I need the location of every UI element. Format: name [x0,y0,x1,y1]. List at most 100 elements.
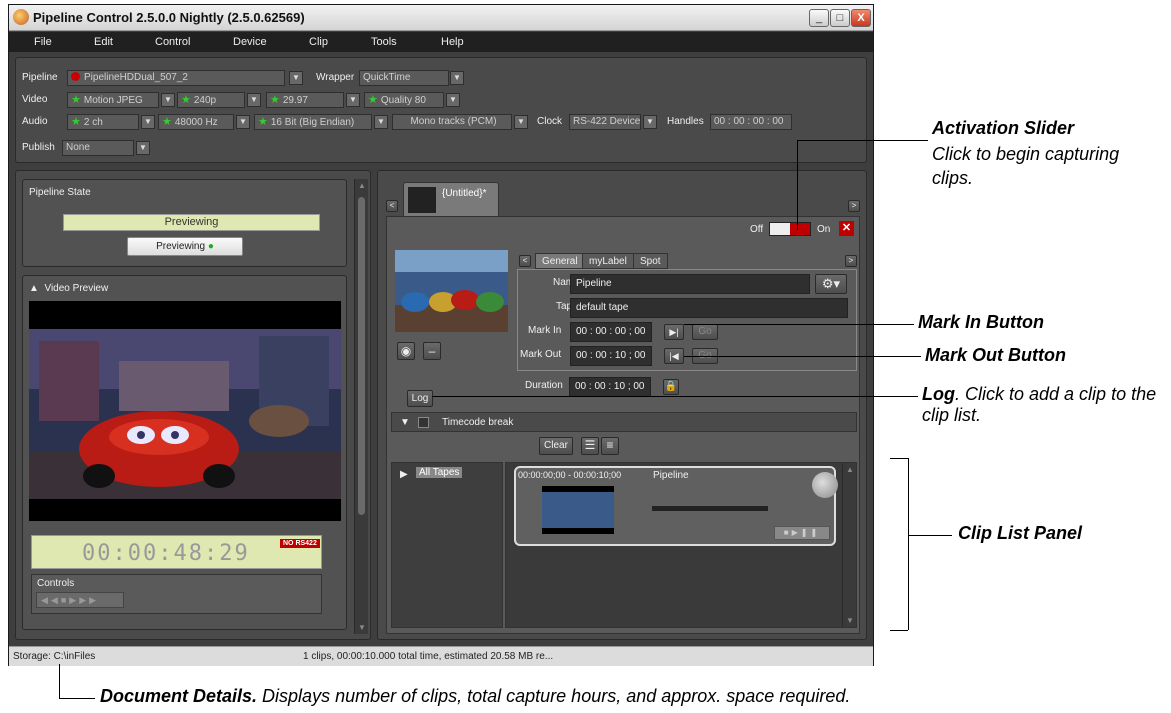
chevron-down-icon[interactable]: ▼ [346,93,360,107]
no-rs422-badge: NO RS422 [280,539,320,548]
left-scrollbar[interactable]: ▲ ▼ [354,179,368,634]
chevron-down-icon[interactable]: ▼ [236,115,250,129]
clip-list-scrollbar[interactable]: ▲ ▼ [842,463,856,627]
tab-spot[interactable]: Spot [633,253,668,269]
activation-slider[interactable] [769,222,811,236]
menu-tools[interactable]: Tools [371,36,397,48]
scroll-up-icon[interactable]: ▲ [358,181,366,190]
controls-panel: Controls ◀◀■▶▶▶ [31,574,322,614]
name-field[interactable]: Pipeline [570,274,810,294]
previewing-button[interactable]: Previewing ● [127,237,243,256]
chevron-down-icon[interactable]: ▼ [141,115,155,129]
scroll-thumb[interactable] [358,197,365,515]
mark-out-field[interactable]: 00 : 00 : 10 ; 00 [570,346,652,366]
tabs-scroll-left-icon[interactable]: < [519,255,531,267]
timecode-display: 00:00:48:29 NO RS422 [31,535,322,569]
controls-title: Controls [37,578,75,589]
log-callout-text: . Click to add a clip to the clip list. [922,384,1157,425]
clip-transport[interactable]: ■▶❚❚ [774,526,830,540]
video-size-select[interactable]: ★ 240p [177,92,245,108]
slider-knob[interactable] [770,223,790,235]
list-view-large-icon[interactable]: ☰ [581,437,599,455]
video-quality-select[interactable]: ★ Quality 80 [364,92,444,108]
play-icon[interactable]: ▶ [792,528,801,537]
pipeline-select[interactable]: PipelineHDDual_507_2 [67,70,285,86]
doc-details-callout-line [59,698,95,699]
menu-device[interactable]: Device [233,36,267,48]
audio-channels-select[interactable]: ★ 2 ch [67,114,139,130]
play-icon[interactable]: ▶ [69,595,79,605]
chevron-down-icon[interactable]: ▼ [136,141,150,155]
audio-rate-select[interactable]: ★ 48000 Hz [158,114,234,130]
clock-select[interactable]: RS-422 Device [569,114,641,130]
audio-tracks-select[interactable]: Mono tracks (PCM) [392,114,512,130]
log-button[interactable]: Log [407,390,433,407]
settings-panel: Pipeline PipelineHDDual_507_2 ▼ Wrapper … [15,57,867,163]
menu-file[interactable]: File [34,36,52,48]
capture-icon[interactable]: ◉ [397,342,415,360]
clear-button[interactable]: Clear [539,437,573,455]
tape-field[interactable]: default tape [570,298,848,318]
lock-icon[interactable]: 🔒 [663,379,679,395]
star-icon: ★ [258,116,268,128]
mark-out-button[interactable]: |◀ [664,348,684,364]
mark-in-button[interactable]: ▶| [664,324,684,340]
video-codec-select[interactable]: ★ Motion JPEG [67,92,159,108]
transport-controls[interactable]: ◀◀■▶▶▶ [36,592,124,608]
mark-in-field[interactable]: 00 : 00 : 00 ; 00 [570,322,652,342]
mark-in-label: Mark In [528,325,562,336]
doc-details-callout-line [59,664,60,698]
activation-callout-line [913,140,928,141]
handles-field[interactable]: 00 : 00 : 00 : 00 [710,114,792,130]
chevron-down-icon[interactable]: ▼ [289,71,303,85]
duration-field[interactable]: 00 : 00 : 10 ; 00 [569,377,651,397]
audio-bits-select[interactable]: ★ 16 Bit (Big Endian) [254,114,372,130]
gear-icon[interactable]: ⚙▾ [815,274,847,294]
stop-icon[interactable]: ■ [784,528,792,537]
minus-icon[interactable]: – [423,342,441,360]
maximize-button[interactable]: □ [830,9,850,27]
wrapper-select[interactable]: QuickTime [359,70,449,86]
clip-list-callout: Clip List Panel [958,523,1083,543]
scroll-down-icon[interactable]: ▼ [358,623,366,632]
rewind-icon[interactable]: ◀◀ [41,595,61,605]
chevron-down-icon[interactable]: ▼ [161,93,175,107]
publish-select[interactable]: None [62,140,134,156]
tabs-scroll-right-icon[interactable]: > [845,255,857,267]
collapse-arrow-icon[interactable]: ▲ [29,283,39,294]
video-size-value: 240p [193,95,217,106]
menu-edit[interactable]: Edit [94,36,113,48]
chevron-down-icon[interactable]: ▼ [374,115,388,129]
chevron-down-icon[interactable]: ▼ [446,93,460,107]
fast-forward-icon[interactable]: ▶▶ [79,595,99,605]
minimize-button[interactable]: _ [809,9,829,27]
all-tapes-item[interactable]: All Tapes [416,467,463,478]
chevron-down-icon[interactable]: ▼ [247,93,261,107]
tab-mylabel[interactable]: myLabel [582,253,634,269]
menu-control[interactable]: Control [155,36,190,48]
tapes-list: ▶ All Tapes [391,462,503,628]
scroll-up-icon[interactable]: ▲ [846,465,854,474]
menu-clip[interactable]: Clip [309,36,328,48]
close-button[interactable]: X [851,9,871,27]
video-rate-select[interactable]: ★ 29.97 [266,92,344,108]
clock-label: Clock [537,116,563,127]
close-document-icon[interactable]: ✕ [839,221,854,236]
clip-item[interactable]: 00:00:00;00 - 00:00:10;00 Pipeline ■▶❚❚ [514,466,838,546]
list-view-small-icon[interactable]: ≡ [601,437,619,455]
tab-scroll-right-icon[interactable]: > [848,200,860,212]
document-tab[interactable]: {Untitled}* [403,182,499,216]
chevron-down-icon[interactable]: ▼ [643,115,657,129]
off-label: Off [750,224,764,235]
expand-arrow-icon[interactable]: ▼ [400,417,410,428]
tab-general[interactable]: General [535,253,585,269]
chevron-down-icon[interactable]: ▼ [514,115,528,129]
menu-help[interactable]: Help [441,36,464,48]
timecode-break-checkbox[interactable] [418,417,429,428]
tree-expand-icon[interactable]: ▶ [400,469,408,480]
pause-icon[interactable]: ❚❚ [801,528,820,537]
tab-scroll-left-icon[interactable]: < [386,200,398,212]
scroll-down-icon[interactable]: ▼ [846,616,854,625]
chevron-down-icon[interactable]: ▼ [450,71,464,85]
go-in-button[interactable]: Go [692,324,718,340]
